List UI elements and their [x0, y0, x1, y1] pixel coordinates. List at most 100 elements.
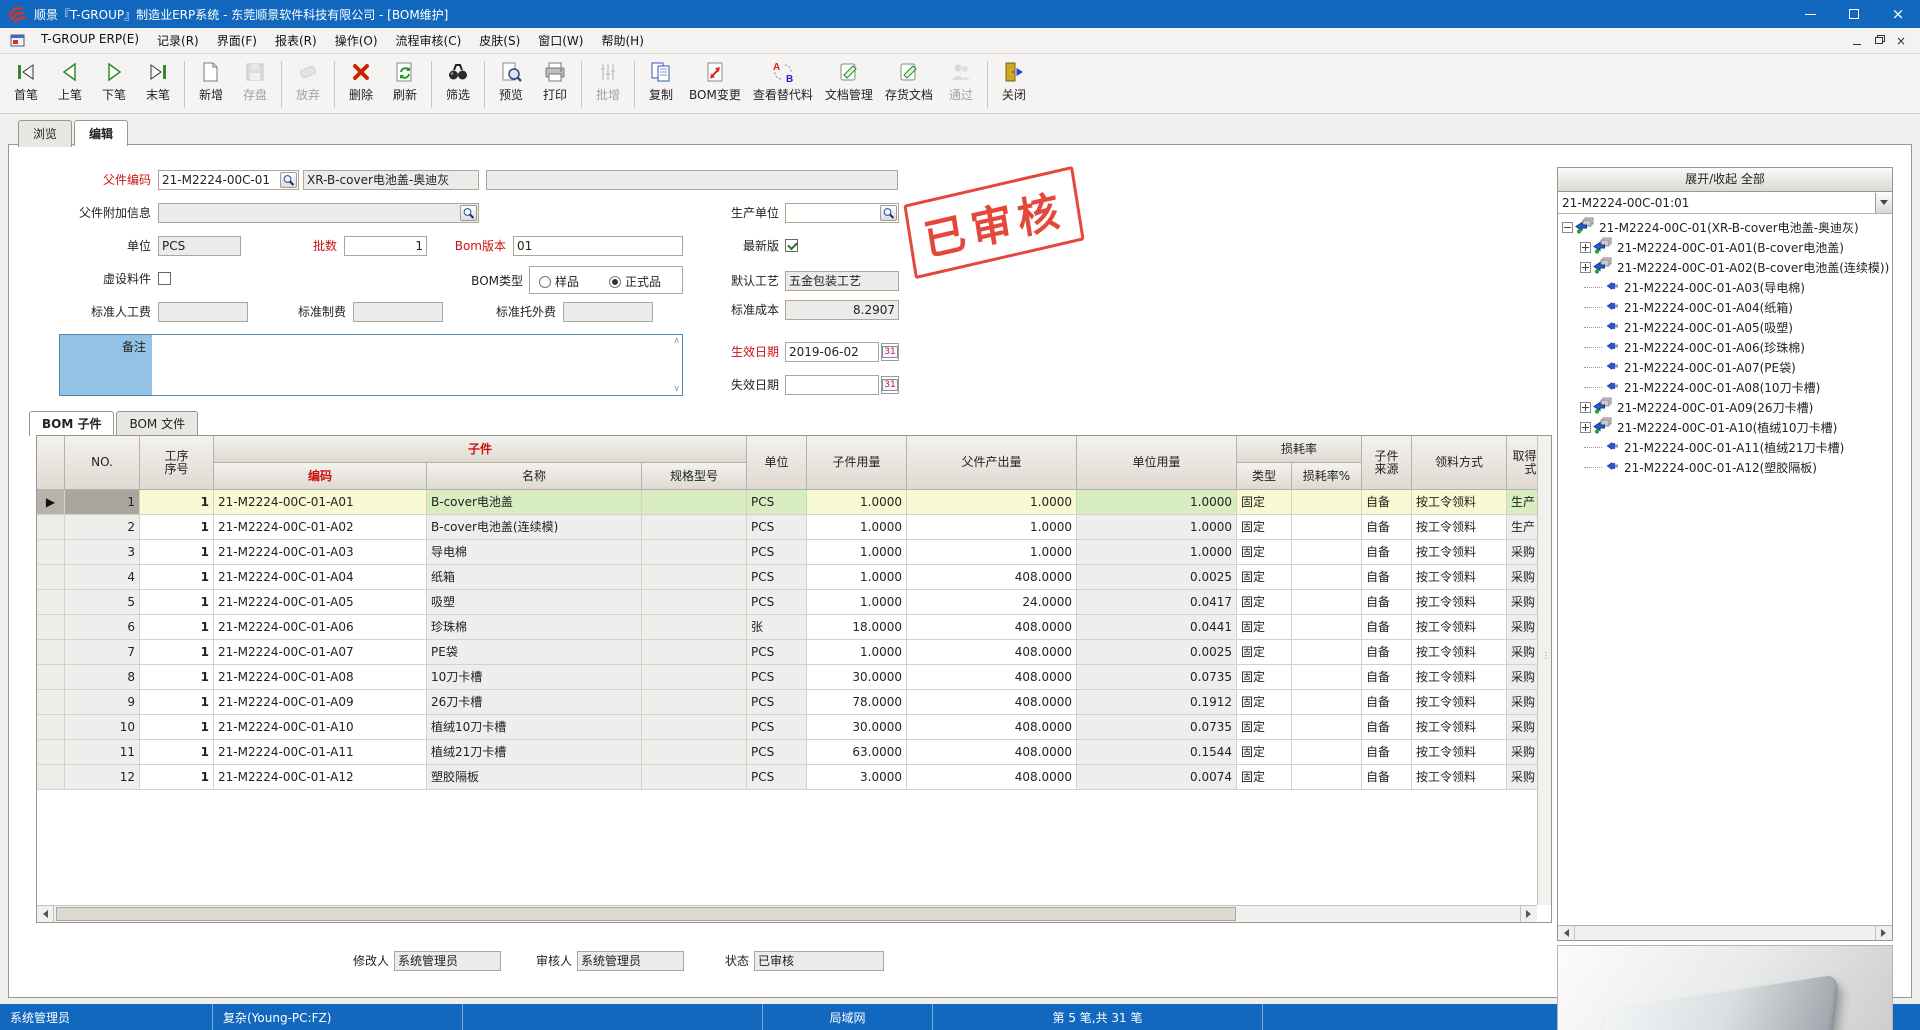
cell-issue[interactable]: 按工令领料: [1412, 640, 1507, 665]
collapse-icon[interactable]: [1562, 222, 1573, 233]
grid-horizontal-scrollbar[interactable]: [37, 905, 1537, 922]
cell-loss_rate[interactable]: [1292, 640, 1362, 665]
cell-seq[interactable]: 1: [140, 590, 214, 615]
cell-child_qty[interactable]: 3.0000: [807, 765, 907, 790]
cell-loss_type[interactable]: 固定: [1237, 565, 1292, 590]
table-row[interactable]: 5121-M2224-00C-01-A05吸塑PCS1.000024.00000…: [37, 590, 1537, 615]
cell-seq[interactable]: 1: [140, 515, 214, 540]
scroll-right-button[interactable]: [1875, 926, 1892, 940]
mdi-restore-button[interactable]: [1868, 32, 1890, 50]
cell-issue[interactable]: 按工令领料: [1412, 765, 1507, 790]
cell-issue[interactable]: 按工令领料: [1412, 615, 1507, 640]
table-row[interactable]: 4121-M2224-00C-01-A04纸箱PCS1.0000408.0000…: [37, 565, 1537, 590]
cell-source[interactable]: 自备: [1362, 715, 1412, 740]
cell-unit[interactable]: PCS: [747, 540, 807, 565]
cell-seq[interactable]: 1: [140, 490, 214, 515]
cell-name[interactable]: B-cover电池盖(连续模): [427, 515, 642, 540]
cell-obtain[interactable]: 采购: [1507, 590, 1537, 615]
cell-name[interactable]: 塑胶隔板: [427, 765, 642, 790]
cell-code[interactable]: 21-M2224-00C-01-A01: [214, 490, 427, 515]
cell-obtain[interactable]: 采购: [1507, 715, 1537, 740]
expire-date-calendar-button[interactable]: 31: [881, 376, 899, 394]
cell-parent_out[interactable]: 1.0000: [907, 490, 1077, 515]
cell-issue[interactable]: 按工令领料: [1412, 490, 1507, 515]
cell-name[interactable]: B-cover电池盖: [427, 490, 642, 515]
parent-code-lookup-button[interactable]: [280, 172, 297, 188]
scroll-left-button[interactable]: [37, 906, 54, 922]
menu-item[interactable]: 皮肤(S): [470, 28, 529, 53]
bom-type-formal-radio[interactable]: 正式品: [609, 273, 661, 290]
cell-loss_rate[interactable]: [1292, 565, 1362, 590]
cell-seq[interactable]: 1: [140, 640, 214, 665]
toolbar-button-delete[interactable]: 删除: [339, 56, 383, 113]
cell-name[interactable]: 植绒10刀卡槽: [427, 715, 642, 740]
cell-loss_rate[interactable]: [1292, 665, 1362, 690]
cell-spec[interactable]: [642, 765, 747, 790]
cell-loss_type[interactable]: 固定: [1237, 740, 1292, 765]
cell-child_qty[interactable]: 78.0000: [807, 690, 907, 715]
expand-icon[interactable]: [1580, 242, 1591, 253]
cell-no[interactable]: 6: [65, 615, 140, 640]
dropdown-button[interactable]: [1875, 193, 1892, 213]
cell-loss_type[interactable]: 固定: [1237, 540, 1292, 565]
tab-browse[interactable]: 浏览: [18, 120, 72, 147]
cell-obtain[interactable]: 采购: [1507, 690, 1537, 715]
cell-obtain[interactable]: 生产: [1507, 515, 1537, 540]
cell-child_qty[interactable]: 1.0000: [807, 540, 907, 565]
cell-source[interactable]: 自备: [1362, 565, 1412, 590]
cell-loss_type[interactable]: 固定: [1237, 490, 1292, 515]
cell-parent_out[interactable]: 408.0000: [907, 715, 1077, 740]
cell-unit_qty[interactable]: 0.1912: [1077, 690, 1237, 715]
tree-item[interactable]: 21-M2224-00C-01-A10(植绒10刀卡槽): [1558, 417, 1892, 437]
table-row[interactable]: 12121-M2224-00C-01-A12塑胶隔板PCS3.0000408.0…: [37, 765, 1537, 790]
toolbar-button-copy[interactable]: 复制: [639, 56, 683, 113]
cell-child_qty[interactable]: 1.0000: [807, 490, 907, 515]
cell-seq[interactable]: 1: [140, 740, 214, 765]
cell-parent_out[interactable]: 408.0000: [907, 740, 1077, 765]
cell-code[interactable]: 21-M2224-00C-01-A07: [214, 640, 427, 665]
toolbar-button-nav-first[interactable]: 首笔: [4, 56, 48, 113]
menu-item[interactable]: 记录(R): [148, 28, 208, 53]
cell-obtain[interactable]: 采购: [1507, 615, 1537, 640]
table-row[interactable]: 3121-M2224-00C-01-A03导电棉PCS1.00001.00001…: [37, 540, 1537, 565]
remark-textarea[interactable]: ∧ ∨: [152, 335, 682, 395]
cell-spec[interactable]: [642, 740, 747, 765]
cell-loss_rate[interactable]: [1292, 490, 1362, 515]
cell-child_qty[interactable]: 30.0000: [807, 715, 907, 740]
cell-child_qty[interactable]: 1.0000: [807, 565, 907, 590]
cell-spec[interactable]: [642, 490, 747, 515]
toolbar-button-substitute[interactable]: AB查看替代料: [747, 56, 819, 113]
cell-no[interactable]: 9: [65, 690, 140, 715]
cell-source[interactable]: 自备: [1362, 615, 1412, 640]
parent-info-lookup-button[interactable]: [460, 205, 477, 221]
cell-spec[interactable]: [642, 615, 747, 640]
cell-issue[interactable]: 按工令领料: [1412, 590, 1507, 615]
cell-seq[interactable]: 1: [140, 665, 214, 690]
cell-loss_rate[interactable]: [1292, 740, 1362, 765]
tree-horizontal-scrollbar[interactable]: [1558, 925, 1892, 940]
cell-issue[interactable]: 按工令领料: [1412, 690, 1507, 715]
cell-no[interactable]: 3: [65, 540, 140, 565]
cell-name[interactable]: 导电棉: [427, 540, 642, 565]
cell-issue[interactable]: 按工令领料: [1412, 665, 1507, 690]
bom-version-input[interactable]: 01: [513, 236, 683, 256]
cell-source[interactable]: 自备: [1362, 640, 1412, 665]
cell-unit[interactable]: PCS: [747, 640, 807, 665]
table-row[interactable]: 8121-M2224-00C-01-A0810刀卡槽PCS30.0000408.…: [37, 665, 1537, 690]
cell-obtain[interactable]: 采购: [1507, 540, 1537, 565]
cell-code[interactable]: 21-M2224-00C-01-A05: [214, 590, 427, 615]
tree-item[interactable]: 21-M2224-00C-01-A03(导电棉): [1558, 277, 1892, 297]
cell-code[interactable]: 21-M2224-00C-01-A04: [214, 565, 427, 590]
cell-parent_out[interactable]: 408.0000: [907, 690, 1077, 715]
cell-obtain[interactable]: 采购: [1507, 640, 1537, 665]
cell-unit[interactable]: PCS: [747, 740, 807, 765]
cell-no[interactable]: 4: [65, 565, 140, 590]
scroll-down-icon[interactable]: ∨: [673, 384, 680, 394]
table-row[interactable]: 10121-M2224-00C-01-A10植绒10刀卡槽PCS30.00004…: [37, 715, 1537, 740]
cell-issue[interactable]: 按工令领料: [1412, 515, 1507, 540]
cell-no[interactable]: 5: [65, 590, 140, 615]
cell-unit[interactable]: PCS: [747, 515, 807, 540]
cell-obtain[interactable]: 采购: [1507, 565, 1537, 590]
cell-unit_qty[interactable]: 0.0417: [1077, 590, 1237, 615]
cell-spec[interactable]: [642, 515, 747, 540]
